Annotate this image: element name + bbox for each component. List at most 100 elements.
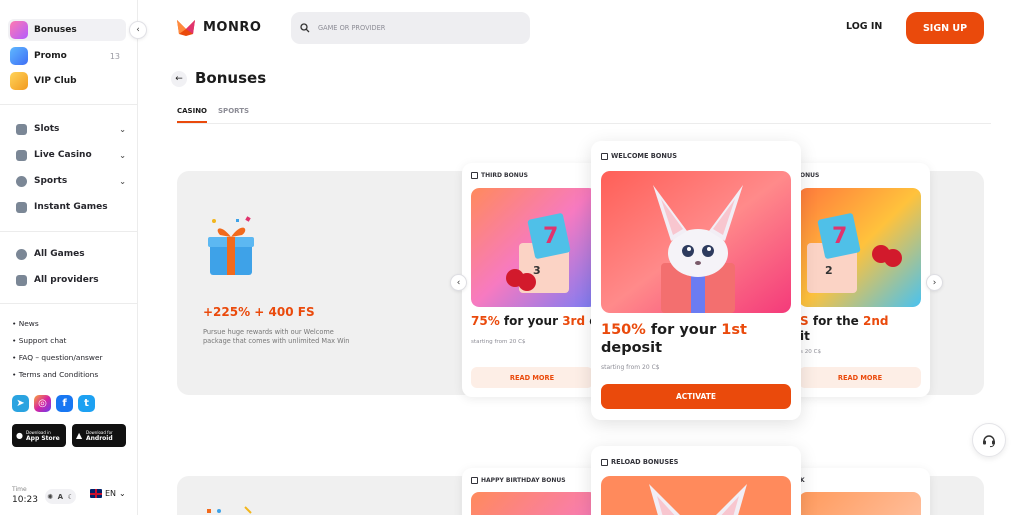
time-label: Time — [12, 486, 27, 493]
slots-icon — [16, 123, 27, 135]
activate-button[interactable]: ACTIVATE — [601, 384, 791, 409]
app-store-button[interactable]: ● Download in App Store — [12, 424, 66, 447]
banner-title: +225% + 400 FS — [203, 305, 315, 319]
card-title-text: for your — [503, 314, 559, 328]
chevron-left-icon: ‹ — [456, 277, 461, 288]
sidebar-item-label: Slots — [34, 124, 60, 134]
card-tag: RELOAD BONUSES — [601, 458, 678, 466]
sidebar-item-live-casino[interactable]: Live Casino ⌄ — [16, 145, 126, 165]
card-tag-text: RELOAD BONUSES — [611, 458, 679, 466]
sidebar-item-label: Promo — [34, 51, 67, 61]
chevron-right-icon: › — [932, 277, 937, 288]
store-big-text: App Store — [26, 434, 60, 442]
sidebar-item-bonuses[interactable]: Bonuses — [8, 19, 126, 41]
card-title-percent: S — [800, 314, 809, 328]
telegram-icon[interactable]: ➤ — [12, 395, 29, 412]
gift-box-illustration — [208, 216, 254, 275]
bonus-card-welcome: WELCOME BONUS 150% for your 1st deposit … — [591, 141, 801, 420]
card-tag: HAPPY BIRTHDAY BONUS — [471, 477, 566, 484]
bonus-card-second: ONUS 7 2 S for the 2nd it s 20 C$ READ M… — [790, 163, 930, 397]
instant-games-icon — [16, 201, 27, 213]
search-input[interactable] — [318, 24, 518, 32]
sidebar-item-slots[interactable]: Slots ⌄ — [16, 119, 126, 139]
reload-bonus-image — [601, 476, 791, 515]
footer-links: • News • Support chat • FAQ – question/a… — [12, 318, 103, 386]
card-title-ordinal: 1st — [721, 322, 747, 338]
sidebar-item-vip-club[interactable]: VIP Club — [10, 70, 77, 92]
tab-casino[interactable]: CASINO — [177, 107, 208, 123]
support-chat-button[interactable] — [972, 423, 1006, 457]
welcome-bonus-image — [601, 171, 791, 313]
bonus-card-reload: RELOAD BONUSES — [591, 446, 801, 515]
card-tag-text: HAPPY BIRTHDAY BONUS — [481, 477, 566, 484]
svg-text:7: 7 — [832, 224, 847, 249]
instagram-icon[interactable]: ◎ — [34, 395, 51, 412]
card-title-percent: 75% — [471, 314, 500, 328]
store-big-text: Android — [86, 434, 113, 442]
chevron-left-icon: ‹ — [136, 25, 140, 35]
card-title-tail: deposit — [601, 340, 663, 357]
card-title-percent: 150% — [601, 322, 646, 338]
app-store-buttons: ● Download in App Store ▲ Download for A… — [12, 424, 126, 447]
language-selector[interactable]: EN ⌄ — [90, 489, 126, 498]
read-more-button[interactable]: READ MORE — [471, 367, 593, 388]
brand-name: MONRO — [203, 19, 262, 35]
third-bonus-image: 7 3 — [471, 188, 597, 307]
android-icon: ▲ — [76, 431, 83, 440]
page-title: Bonuses — [195, 69, 267, 87]
promo-count-badge: 13 — [109, 51, 120, 61]
moon-icon: ☾ — [67, 492, 74, 501]
brand-logo[interactable]: MONRO — [176, 17, 261, 37]
providers-grid-icon — [16, 274, 27, 286]
news-link[interactable]: • News — [12, 318, 103, 335]
gift-icon — [601, 458, 608, 466]
carousel-prev-button[interactable]: ‹ — [450, 274, 467, 291]
bonus-tabs: CASINO SPORTS — [177, 107, 249, 123]
chevron-down-icon: ⌄ — [119, 489, 126, 498]
birthday-bonus-image — [471, 492, 597, 515]
card-title-ordinal: 3rd — [562, 314, 586, 328]
back-button[interactable]: ← — [171, 71, 187, 87]
apple-icon: ● — [16, 431, 23, 440]
headset-icon — [983, 435, 995, 448]
sidebar-item-label: Sports — [34, 176, 68, 186]
card-title: 150% for your 1st deposit — [601, 321, 791, 357]
tab-sports[interactable]: SPORTS — [218, 107, 249, 123]
banner-description: Pursue huge rewards with our Welcome pac… — [203, 328, 350, 345]
sun-icon: ✺ — [47, 492, 54, 501]
card-subtitle: starting from 20 C$ — [471, 339, 526, 345]
search-icon — [300, 23, 310, 33]
terms-link[interactable]: • Terms and Conditions — [12, 369, 103, 386]
sports-ball-icon — [16, 175, 27, 187]
support-chat-link[interactable]: • Support chat — [12, 335, 103, 352]
theme-toggle[interactable]: ✺ A ☾ — [45, 489, 76, 504]
search-bar[interactable] — [291, 12, 530, 44]
read-more-button[interactable]: READ MORE — [799, 367, 921, 388]
sidebar-item-label: VIP Club — [34, 76, 77, 86]
bonus-card-birthday: HAPPY BIRTHDAY BONUS — [462, 468, 600, 515]
sidebar-item-all-games[interactable]: All Games — [16, 244, 126, 264]
sidebar-item-instant-games[interactable]: Instant Games — [16, 197, 126, 217]
sidebar-item-promo[interactable]: Promo 13 — [10, 45, 120, 67]
card-title: 75% for your 3rd de — [471, 314, 600, 329]
signup-button[interactable]: SIGN UP — [906, 12, 984, 44]
bonuses-icon — [10, 21, 28, 39]
faq-link[interactable]: • FAQ – question/answer — [12, 352, 103, 369]
card-tag-text: ONUS — [800, 172, 820, 179]
bonus-card-third: THIRD BONUS 7 3 75% for your 3rd de star… — [462, 163, 600, 397]
facebook-icon[interactable]: f — [56, 395, 73, 412]
sidebar-item-all-providers[interactable]: All providers — [16, 270, 126, 290]
sidebar-collapse-button[interactable]: ‹ — [129, 21, 147, 39]
card-tag-text: THIRD BONUS — [481, 172, 528, 179]
sidebar-item-label: Bonuses — [34, 25, 77, 35]
carousel-next-button[interactable]: › — [926, 274, 943, 291]
twitter-icon[interactable]: t — [78, 395, 95, 412]
android-button[interactable]: ▲ Download for Android — [72, 424, 126, 447]
login-button[interactable]: LOG IN — [846, 21, 882, 32]
card-title-text: for the — [812, 314, 859, 328]
card-title-text: for your — [650, 322, 717, 338]
bonus-card-cashback: K — [790, 468, 930, 515]
gift-icon — [471, 172, 478, 179]
sidebar-item-sports[interactable]: Sports ⌄ — [16, 171, 126, 191]
confetti-decoration — [207, 506, 252, 514]
